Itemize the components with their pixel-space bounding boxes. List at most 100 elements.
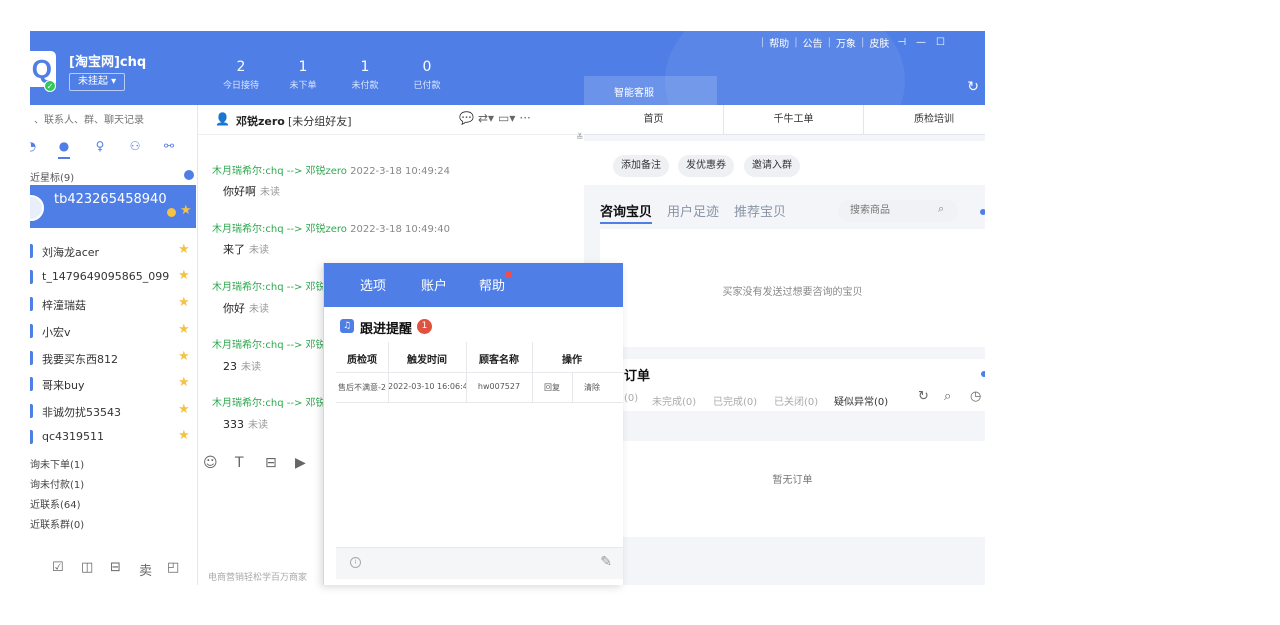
star-icon[interactable]: ★: [178, 322, 190, 337]
tab-order-all[interactable]: (0): [624, 393, 638, 404]
contact-icon[interactable]: ♀: [93, 139, 107, 153]
reply-button[interactable]: 回复: [532, 382, 572, 393]
menu-help[interactable]: 帮助: [479, 275, 505, 294]
status-dropdown[interactable]: 未挂起 ▾: [69, 73, 126, 91]
star-icon[interactable]: ★: [178, 295, 190, 310]
link-notice[interactable]: 公告: [803, 35, 823, 50]
active-contact[interactable]: tb423265458940 ★: [30, 185, 196, 228]
group-recent-contacts[interactable]: 近联系(64): [30, 496, 81, 511]
video-play-icon[interactable]: ▶: [295, 455, 306, 471]
layout-icon[interactable]: ◰: [167, 560, 179, 575]
notification-dot: [505, 271, 512, 278]
list-item[interactable]: qc4319511 ★: [30, 424, 196, 450]
star-icon[interactable]: ★: [180, 203, 192, 218]
message-sender: 木月瑞希尔:chq --> 邓锐zero: [212, 166, 347, 177]
clock-icon[interactable]: ●: [57, 139, 71, 153]
add-note-button[interactable]: 添加备注: [613, 155, 669, 177]
minimize-icon[interactable]: —: [916, 37, 926, 48]
stat-number: 1: [360, 59, 370, 75]
list-item[interactable]: 梓潼瑞菇 ★: [30, 291, 196, 317]
tab-recommended-goods[interactable]: 推荐宝贝: [734, 201, 786, 220]
video-icon[interactable]: ▭▾: [498, 111, 515, 125]
font-icon[interactable]: T: [235, 455, 244, 471]
search-icon[interactable]: ⌕: [938, 202, 944, 216]
column-header: 操作: [562, 355, 582, 366]
refresh-icon[interactable]: ↻: [967, 79, 979, 95]
star-icon[interactable]: ★: [178, 428, 190, 443]
stat-not-ordered[interactable]: 1 未下单: [273, 58, 333, 91]
list-item[interactable]: 小宏v ★: [30, 318, 196, 344]
star-icon[interactable]: ★: [178, 349, 190, 364]
pin-icon[interactable]: ⊣: [897, 37, 906, 48]
separator: |: [794, 37, 798, 48]
tab-user-footprint[interactable]: 用户足迹: [667, 201, 719, 220]
search-icon[interactable]: ⌕: [944, 389, 951, 404]
clear-button[interactable]: 清除: [572, 382, 612, 393]
invite-group-button[interactable]: 邀请入群: [744, 155, 800, 177]
tab-order-finished[interactable]: 已完成(0): [713, 393, 757, 408]
contact-avatar-edge: [30, 377, 33, 391]
sidebar-tab-bar: ◔ ● ♀ ⚇ ⚯: [30, 137, 198, 159]
tab-order-suspicious[interactable]: 疑似异常(0): [834, 393, 888, 408]
save-icon[interactable]: ◫: [81, 560, 93, 575]
link-skin[interactable]: 皮肤: [869, 35, 889, 50]
tab-inquired-goods[interactable]: 咨询宝贝: [600, 201, 653, 224]
list-item[interactable]: t_1479649095865_099 ★: [30, 264, 196, 290]
brush-icon[interactable]: ✎: [600, 554, 612, 570]
stat-not-paid[interactable]: 1 未付款: [335, 58, 395, 91]
list-item[interactable]: 我要买东西812 ★: [30, 345, 196, 371]
link-wanxiang[interactable]: 万象: [836, 35, 856, 50]
read-status: 未读: [249, 304, 269, 315]
star-icon[interactable]: ★: [178, 375, 190, 390]
tab-work-order[interactable]: 千牛工单: [724, 105, 864, 135]
sell-icon[interactable]: 卖: [139, 560, 152, 579]
column-header: 质检项: [347, 355, 377, 366]
more-icon[interactable]: ···: [519, 111, 530, 125]
list-item[interactable]: 哥来buy ★: [30, 371, 196, 397]
column-header: 顾客名称: [479, 355, 519, 366]
calendar-icon[interactable]: ⊟: [110, 560, 121, 575]
star-icon[interactable]: ★: [178, 402, 190, 417]
chat-bubble-icon[interactable]: 💬: [459, 111, 474, 125]
recent-chats-icon[interactable]: ◔: [30, 139, 38, 153]
checkin-icon[interactable]: ☑: [52, 560, 64, 575]
scroll-up-icon[interactable]: ≚: [576, 133, 584, 143]
transfer-icon[interactable]: ⇄▾: [478, 111, 494, 125]
history-icon[interactable]: ◷: [970, 389, 981, 404]
tab-order-unfinished[interactable]: 未完成(0): [652, 393, 696, 408]
link-help[interactable]: 帮助: [769, 35, 789, 50]
group-not-paid[interactable]: 询未付款(1): [30, 476, 84, 491]
contact-name: 非诚勿扰53543: [42, 406, 121, 419]
org-icon[interactable]: ⚯: [162, 139, 176, 153]
tab-home[interactable]: 首页: [584, 105, 724, 135]
group-recent-groups[interactable]: 近联系群(0): [30, 516, 84, 531]
chat-contact-name[interactable]: 邓锐zero: [236, 113, 285, 129]
screenshot-icon[interactable]: ⊟: [265, 455, 277, 471]
column-divider: [532, 342, 533, 403]
group-not-ordered[interactable]: 询未下单(1): [30, 456, 84, 471]
star-icon[interactable]: ★: [178, 242, 190, 257]
tab-order-closed[interactable]: 已关闭(0): [774, 393, 818, 408]
send-coupon-button[interactable]: 发优惠券: [678, 155, 734, 177]
list-item[interactable]: 刘海龙acer ★: [30, 238, 196, 264]
stat-today-received[interactable]: 2 今日接待: [211, 58, 271, 91]
menu-options[interactable]: 选项: [360, 275, 386, 294]
tab-ai-service[interactable]: 智能客服: [584, 76, 717, 105]
star-icon[interactable]: ★: [178, 268, 190, 283]
bell-icon: ♫: [340, 319, 354, 333]
message-body: 你好啊 未读: [223, 183, 280, 199]
group-icon[interactable]: ⚇: [128, 139, 142, 153]
chat-footer-ad[interactable]: 电商营销轻松学百万商家: [208, 570, 307, 583]
refresh-icon[interactable]: ↻: [918, 389, 929, 404]
assistant-panel: 首页 千牛工单 质检培训 添加备注 发优惠券 邀请入群 咨询宝贝 用户足迹 推荐…: [584, 105, 985, 585]
menu-account[interactable]: 账户: [421, 275, 447, 294]
tab-qc-training[interactable]: 质检培训: [864, 105, 985, 135]
info-icon[interactable]: i: [350, 557, 361, 568]
top-bar: Q ✓ [淘宝网]chq 未挂起 ▾ 2 今日接待 1 未下单 1 未付款 0 …: [30, 31, 985, 105]
recent-starred-group[interactable]: 近星标(9): [30, 169, 74, 184]
emoji-icon[interactable]: ☺: [203, 455, 218, 471]
contact-search-input[interactable]: [30, 111, 190, 129]
list-item[interactable]: 非诚勿扰53543 ★: [30, 398, 196, 424]
maximize-icon[interactable]: ☐: [936, 37, 945, 48]
stat-paid[interactable]: 0 已付款: [397, 58, 457, 91]
